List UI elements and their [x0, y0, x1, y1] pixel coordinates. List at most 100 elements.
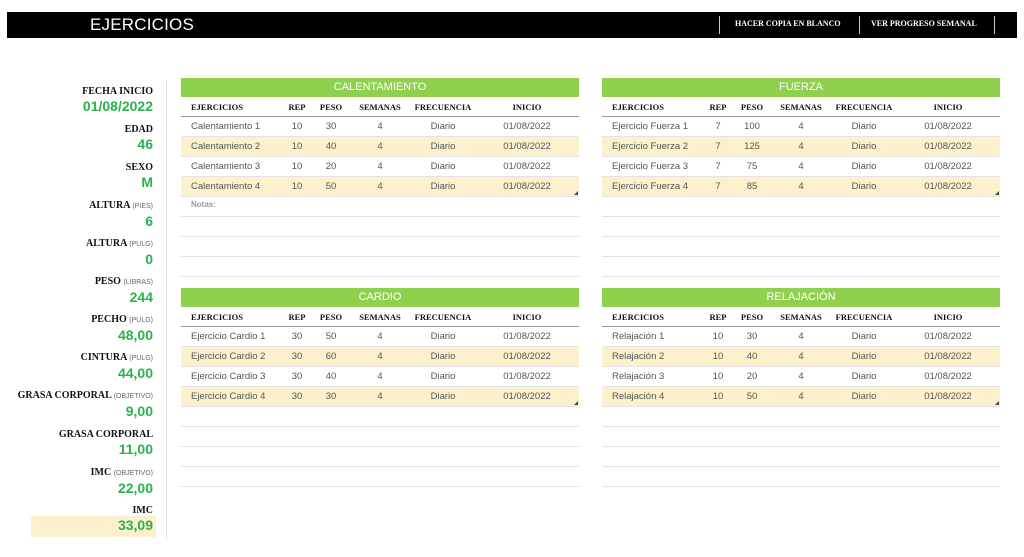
table-cell[interactable]: Ejercicio Cardio 3 [181, 371, 283, 382]
table-cell[interactable]: Diario [830, 351, 898, 362]
field-value[interactable]: 44,00 [81, 365, 153, 382]
table-cell[interactable]: Calentamiento 1 [181, 121, 283, 132]
table-cell[interactable]: Diario [409, 141, 477, 152]
table-cell[interactable]: Diario [409, 391, 477, 402]
table-cell[interactable]: Ejercicio Cardio 4 [181, 391, 283, 402]
table-cell[interactable]: 01/08/2022 [898, 351, 998, 362]
table-cell[interactable]: Ejercicio Fuerza 2 [602, 141, 704, 152]
table-cell[interactable]: 4 [351, 121, 409, 132]
table-cell[interactable]: Diario [830, 371, 898, 382]
table-cell[interactable]: Diario [409, 371, 477, 382]
table-cell[interactable]: 10 [704, 391, 732, 402]
table-cell[interactable]: 01/08/2022 [898, 121, 998, 132]
table-cell[interactable]: 01/08/2022 [477, 331, 577, 342]
table-cell[interactable]: 100 [732, 121, 772, 132]
table-cell[interactable]: Ejercicio Cardio 2 [181, 351, 283, 362]
table-cell[interactable]: Calentamiento 2 [181, 141, 283, 152]
table-cell[interactable]: 01/08/2022 [477, 141, 577, 152]
table-cell[interactable]: Relajación 2 [602, 351, 704, 362]
table-cell[interactable]: 30 [311, 121, 351, 132]
copy-blank-button[interactable]: HACER COPIA EN BLANCO [735, 19, 841, 28]
table-cell[interactable]: 50 [311, 181, 351, 192]
table-cell[interactable]: Ejercicio Fuerza 4 [602, 181, 704, 192]
blank-row[interactable] [602, 257, 1000, 277]
table-cell[interactable]: 10 [704, 371, 732, 382]
table-cell[interactable]: 10 [283, 121, 311, 132]
table-cell[interactable]: 10 [283, 181, 311, 192]
table-cell[interactable]: 30 [311, 391, 351, 402]
field-value[interactable]: 48,00 [91, 327, 153, 344]
blank-row[interactable] [181, 447, 579, 467]
field-value[interactable]: 0 [86, 251, 153, 268]
field-value[interactable]: M [126, 174, 153, 191]
table-cell[interactable]: 01/08/2022 [477, 181, 577, 192]
table-cell[interactable]: 01/08/2022 [898, 161, 998, 172]
table-cell[interactable]: 10 [283, 141, 311, 152]
table-cell[interactable]: 4 [351, 351, 409, 362]
table-cell[interactable]: 30 [283, 391, 311, 402]
table-cell[interactable]: 01/08/2022 [477, 161, 577, 172]
table-cell[interactable]: 01/08/2022 [477, 351, 577, 362]
field-value[interactable]: 01/08/2022 [82, 98, 153, 115]
table-cell[interactable]: Ejercicio Cardio 1 [181, 331, 283, 342]
table-cell[interactable]: 30 [732, 331, 772, 342]
table-cell[interactable]: 4 [351, 161, 409, 172]
table-cell[interactable]: 10 [704, 331, 732, 342]
blank-row[interactable] [602, 197, 1000, 217]
table-cell[interactable]: 4 [351, 391, 409, 402]
table-cell[interactable]: 30 [283, 331, 311, 342]
blank-row[interactable] [602, 467, 1000, 487]
table-cell[interactable]: 75 [732, 161, 772, 172]
table-cell[interactable]: Diario [830, 181, 898, 192]
table-cell[interactable]: Diario [409, 351, 477, 362]
table-cell[interactable]: Diario [830, 331, 898, 342]
table-cell[interactable]: 30 [283, 351, 311, 362]
table-cell[interactable]: Calentamiento 3 [181, 161, 283, 172]
blank-row[interactable] [602, 217, 1000, 237]
table-cell[interactable]: 4 [772, 331, 830, 342]
table-cell[interactable]: 50 [732, 391, 772, 402]
notes-row[interactable]: Notas: [181, 197, 579, 217]
table-cell[interactable]: 7 [704, 161, 732, 172]
table-cell[interactable]: Relajación 4 [602, 391, 704, 402]
table-cell[interactable]: Diario [830, 141, 898, 152]
table-cell[interactable]: 40 [732, 351, 772, 362]
resize-handle-icon[interactable] [995, 401, 999, 405]
table-cell[interactable]: 85 [732, 181, 772, 192]
table-cell[interactable]: Calentamiento 4 [181, 181, 283, 192]
table-cell[interactable]: 30 [283, 371, 311, 382]
table-cell[interactable]: 60 [311, 351, 351, 362]
table-cell[interactable]: Ejercicio Fuerza 3 [602, 161, 704, 172]
blank-row[interactable] [181, 467, 579, 487]
table-cell[interactable]: 10 [704, 351, 732, 362]
field-value[interactable]: 9,00 [18, 403, 153, 420]
table-cell[interactable]: 4 [772, 391, 830, 402]
blank-row[interactable] [181, 407, 579, 427]
resize-handle-icon[interactable] [574, 401, 578, 405]
blank-row[interactable] [181, 257, 579, 277]
table-cell[interactable]: 50 [311, 331, 351, 342]
table-cell[interactable]: 01/08/2022 [477, 371, 577, 382]
table-cell[interactable]: Relajación 3 [602, 371, 704, 382]
table-cell[interactable]: 01/08/2022 [477, 121, 577, 132]
blank-row[interactable] [181, 427, 579, 447]
table-cell[interactable]: 40 [311, 371, 351, 382]
table-cell[interactable]: 01/08/2022 [898, 181, 998, 192]
resize-handle-icon[interactable] [995, 191, 999, 195]
table-cell[interactable]: 7 [704, 141, 732, 152]
weekly-progress-button[interactable]: VER PROGRESO SEMANAL [871, 19, 977, 28]
table-cell[interactable]: Diario [830, 121, 898, 132]
table-cell[interactable]: 4 [772, 351, 830, 362]
table-cell[interactable]: 125 [732, 141, 772, 152]
blank-row[interactable] [602, 407, 1000, 427]
table-cell[interactable]: 10 [283, 161, 311, 172]
table-cell[interactable]: Relajación 1 [602, 331, 704, 342]
table-cell[interactable]: 4 [772, 121, 830, 132]
field-value[interactable]: 6 [89, 213, 153, 230]
table-cell[interactable]: 01/08/2022 [898, 331, 998, 342]
table-cell[interactable]: 4 [351, 331, 409, 342]
field-value[interactable]: 46 [125, 136, 153, 153]
table-cell[interactable]: 4 [772, 141, 830, 152]
table-cell[interactable]: 4 [351, 181, 409, 192]
field-value[interactable]: 244 [95, 289, 153, 306]
